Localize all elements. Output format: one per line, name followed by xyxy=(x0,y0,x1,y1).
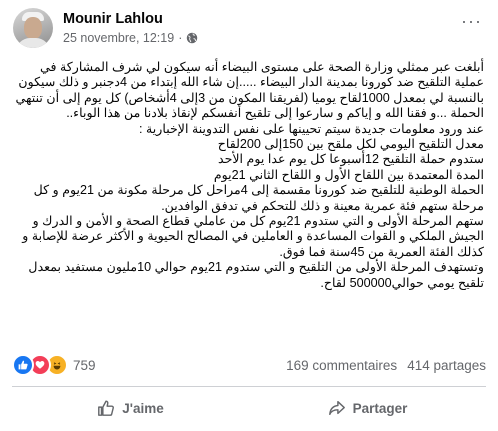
globe-icon[interactable] xyxy=(186,32,198,44)
post-time-row: 25 novembre, 12:19 · xyxy=(63,30,198,46)
post-header: Mounir Lahlou 25 novembre, 12:19 · xyxy=(13,8,198,48)
post-meta: Mounir Lahlou 25 novembre, 12:19 · xyxy=(63,10,198,46)
divider xyxy=(12,386,486,387)
post-paragraph: ستهم المرحلة الأولى و التي ستدوم 21يوم ك… xyxy=(22,214,484,259)
share-button-label: Partager xyxy=(352,400,408,416)
reactions-row: 759 169 commentaires 414 partages xyxy=(12,354,486,376)
thumbs-up-icon xyxy=(98,400,115,416)
reaction-summary[interactable]: 759 xyxy=(12,354,96,376)
facebook-post: Mounir Lahlou 25 novembre, 12:19 · ··· أ… xyxy=(0,0,498,431)
post-actions: J'aime Partager xyxy=(12,390,486,426)
avatar[interactable] xyxy=(13,8,53,48)
post-paragraph: عند ورود معلومات جديدة سيتم تحيينها على … xyxy=(139,121,484,136)
post-paragraph: الحملة الوطنية للتلقيح ضد كورونا مقسمة إ… xyxy=(33,183,484,213)
like-icon xyxy=(12,354,34,376)
post-stats: 169 commentaires 414 partages xyxy=(286,358,486,373)
post-paragraph: معدل التلقيح اليومي لكل ملقح بين 150إلى … xyxy=(217,137,484,152)
reaction-count: 759 xyxy=(73,357,96,373)
more-options-icon[interactable]: ··· xyxy=(461,12,482,30)
share-button[interactable]: Partager xyxy=(249,390,486,426)
post-timestamp[interactable]: 25 novembre, 12:19 xyxy=(63,30,174,46)
like-button[interactable]: J'aime xyxy=(12,390,249,426)
post-paragraph: ستدوم حملة التلقيح 12أسبوعا كل يوم عدا ي… xyxy=(217,152,484,167)
author-name[interactable]: Mounir Lahlou xyxy=(63,10,198,28)
shares-count[interactable]: 414 partages xyxy=(407,358,486,373)
share-arrow-icon xyxy=(328,400,345,416)
post-paragraph: وتستهدف المرحلة الأولى من التلقيح و التي… xyxy=(28,260,484,290)
post-body: أبلغت عبر ممثلي وزارة الصحة على مستوى ال… xyxy=(14,60,485,291)
post-paragraph: أبلغت عبر ممثلي وزارة الصحة على مستوى ال… xyxy=(15,60,485,121)
separator: · xyxy=(178,31,183,45)
post-paragraph: المدة المعتمدة بين اللقاح الأول و اللقاح… xyxy=(213,167,484,182)
like-button-label: J'aime xyxy=(122,400,164,416)
comments-count[interactable]: 169 commentaires xyxy=(286,358,397,373)
